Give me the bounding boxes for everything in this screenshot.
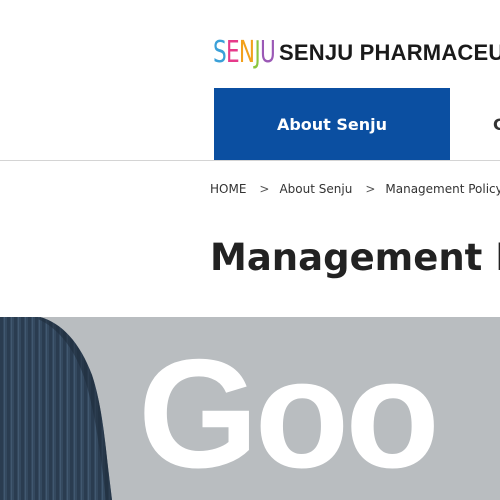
hero-text: Goo (138, 327, 436, 500)
nav-item-next[interactable]: C (493, 88, 500, 161)
logo-mark-letter: N (238, 35, 255, 70)
logo-text: SENJU PHARMACEUTICAL (279, 40, 500, 65)
breadcrumb-about-senju[interactable]: About Senju (279, 182, 352, 196)
hero-image: Goo (0, 317, 500, 500)
logo-mark-letter: U (260, 35, 276, 70)
breadcrumb: HOME > About Senju > Management Policy (210, 180, 500, 198)
breadcrumb-home[interactable]: HOME (210, 182, 246, 196)
logo-mark: SENJU (213, 34, 276, 72)
breadcrumb-separator: > (365, 182, 376, 196)
page-title: Management Policy (210, 236, 500, 279)
breadcrumb-current: Management Policy (385, 182, 500, 196)
hero-illustration: Goo (0, 317, 500, 500)
logo[interactable]: SENJU SENJU PHARMACEUTICAL (213, 34, 500, 72)
header-divider (0, 160, 500, 161)
logo-mark-letter: S (213, 35, 227, 70)
page: SENJU SENJU PHARMACEUTICAL About Senju C… (0, 0, 500, 500)
logo-mark-letter: E (225, 35, 240, 70)
breadcrumb-separator: > (259, 182, 270, 196)
nav-item-about-senju[interactable]: About Senju (214, 88, 450, 161)
